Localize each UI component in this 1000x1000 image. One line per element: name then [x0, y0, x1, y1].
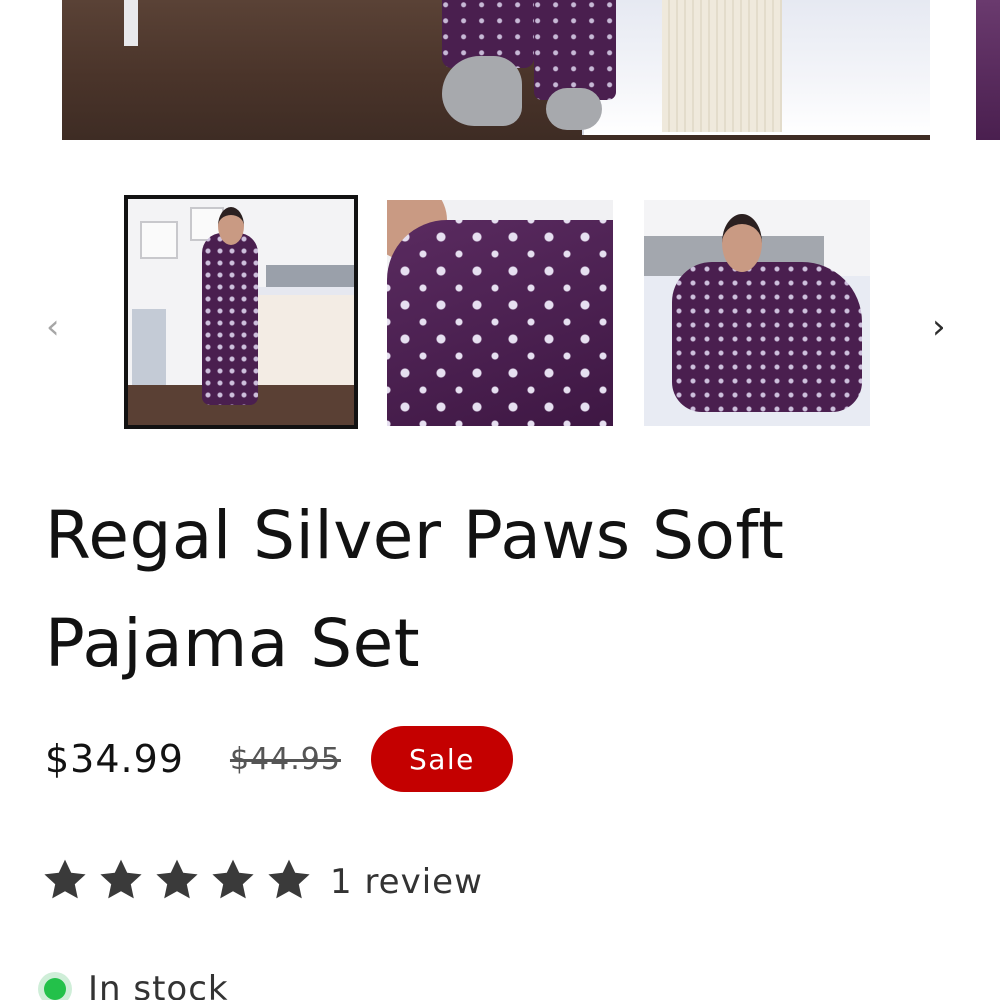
in-stock-dot-icon: [44, 978, 66, 1000]
star-icon: [208, 856, 262, 908]
review-count-link[interactable]: 1 review: [330, 862, 483, 902]
thumbnail-carousel: ‹ ›: [0, 195, 1000, 435]
product-title: Regal Silver Paws Soft Pajama Set: [45, 497, 785, 682]
price-row: $34.99 $44.95 Sale: [45, 725, 513, 793]
thumb-model-pajamas: [202, 233, 258, 405]
thumb-model-head: [722, 214, 762, 272]
stock-status: In stock: [44, 964, 229, 1000]
star-icon: [40, 856, 94, 908]
hero-blanket: [662, 0, 782, 132]
thumb-model-head: [218, 207, 244, 245]
thumb-wall-frame: [140, 221, 178, 259]
sale-price: $34.99: [45, 737, 184, 781]
thumbnail-sitting-on-bed[interactable]: [644, 200, 870, 426]
chevron-left-icon[interactable]: ‹: [46, 310, 60, 344]
thumb-dresser: [132, 309, 166, 389]
main-product-image[interactable]: [62, 0, 930, 140]
star-rating: [40, 856, 320, 908]
star-icon: [264, 856, 318, 908]
hero-chair-leg: [124, 0, 138, 46]
stock-status-text: In stock: [88, 969, 229, 1000]
star-icon: [152, 856, 206, 908]
sale-badge: Sale: [370, 726, 513, 792]
hero-sock-left: [442, 56, 522, 126]
product-page: ‹ › Regal Silver Paws Soft Pajama Set $3…: [0, 0, 1000, 1000]
hero-sock-right: [546, 88, 602, 130]
thumb-headboard: [266, 265, 354, 287]
next-image-peek[interactable]: [976, 0, 1000, 140]
star-icon: [96, 856, 150, 908]
thumbnail-fabric-closeup[interactable]: [387, 200, 613, 426]
rating-summary[interactable]: 1 review: [40, 852, 483, 912]
thumb-model-pajamas: [672, 262, 862, 412]
thumb-paw-print-fabric: [387, 220, 613, 426]
thumbnail-full-body[interactable]: [124, 195, 358, 429]
hero-pajama-leg-right: [534, 0, 616, 100]
chevron-right-icon[interactable]: ›: [932, 310, 946, 344]
compare-at-price: $44.95: [229, 741, 341, 777]
